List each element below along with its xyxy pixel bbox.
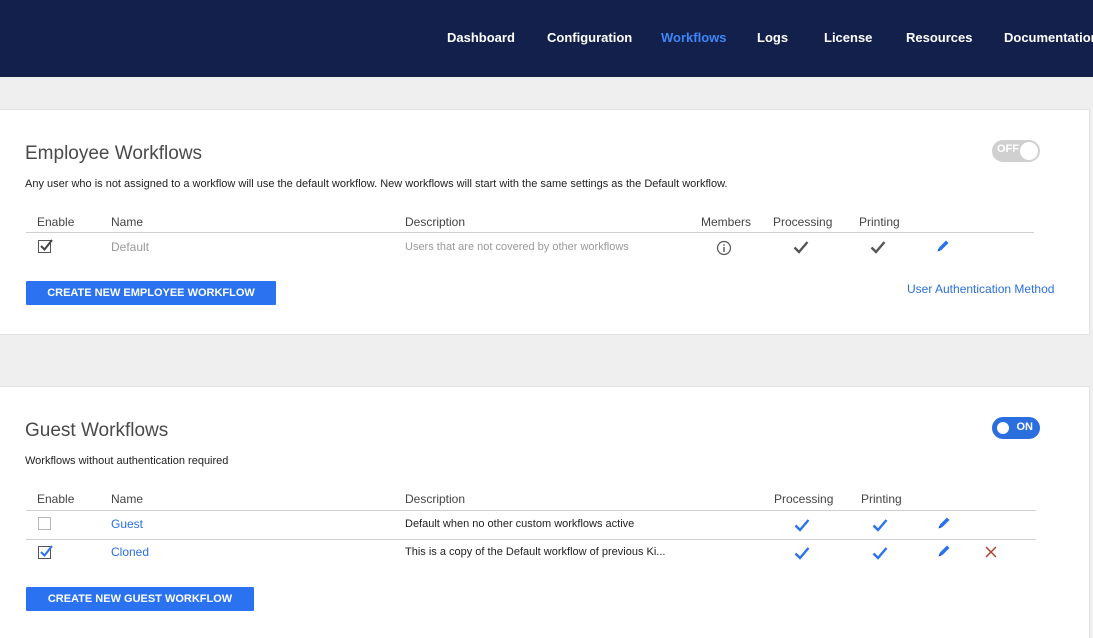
printing-check-icon	[872, 547, 888, 560]
nav-dashboard[interactable]: Dashboard	[447, 30, 515, 45]
top-nav: Dashboard Configuration Workflows Logs L…	[0, 0, 1093, 77]
col-processing: Processing	[773, 215, 833, 229]
edit-pencil-icon[interactable]	[936, 239, 950, 253]
toggle-knob	[1020, 142, 1038, 160]
col-name: Name	[111, 215, 144, 229]
processing-check-icon	[793, 241, 809, 254]
employee-workflows-description: Any user who is not assigned to a workfl…	[25, 178, 728, 190]
table-header-divider	[26, 232, 1034, 233]
nav-configuration[interactable]: Configuration	[547, 30, 632, 45]
create-guest-workflow-button[interactable]: CREATE NEW GUEST WORKFLOW	[26, 587, 254, 611]
col-description: Description	[405, 492, 466, 506]
edit-pencil-icon[interactable]	[937, 544, 951, 558]
guest-workflows-description: Workflows without authentication require…	[25, 455, 229, 467]
toggle-label: ON	[1016, 421, 1034, 433]
toggle-label: OFF	[997, 143, 1019, 155]
enable-checkbox-default[interactable]	[38, 239, 53, 253]
row-divider	[26, 539, 1036, 540]
col-description: Description	[405, 215, 466, 229]
nav-documentation[interactable]: Documentation	[1004, 30, 1093, 45]
nav-workflows[interactable]: Workflows	[661, 30, 727, 45]
printing-check-icon	[870, 241, 886, 254]
col-enable: Enable	[37, 215, 75, 229]
guest-workflows-title: Guest Workflows	[25, 420, 169, 441]
employee-workflows-card: Employee Workflows OFF Any user who is n…	[0, 109, 1090, 335]
delete-x-icon[interactable]	[984, 545, 998, 559]
employee-workflows-toggle[interactable]: OFF	[992, 140, 1040, 162]
col-name: Name	[111, 492, 144, 506]
col-printing: Printing	[861, 492, 902, 506]
col-enable: Enable	[37, 492, 75, 506]
nav-license[interactable]: License	[824, 30, 872, 45]
workflow-name-cloned[interactable]: Cloned	[111, 545, 149, 559]
workflow-name-guest[interactable]: Guest	[111, 517, 143, 531]
processing-check-icon	[794, 547, 810, 560]
user-authentication-method-link[interactable]: User Authentication Method	[907, 282, 1054, 296]
enable-checkbox-cloned[interactable]	[38, 545, 53, 559]
toggle-knob	[995, 420, 1011, 436]
guest-workflows-toggle[interactable]: ON	[992, 417, 1040, 439]
enable-checkbox-guest[interactable]	[38, 517, 51, 530]
edit-pencil-icon[interactable]	[937, 516, 951, 530]
workflow-description: This is a copy of the Default workflow o…	[405, 546, 666, 558]
table-header-divider	[26, 510, 1036, 511]
create-employee-workflow-button[interactable]: CREATE NEW EMPLOYEE WORKFLOW	[26, 281, 276, 305]
employee-workflows-title: Employee Workflows	[25, 143, 203, 164]
nav-resources[interactable]: Resources	[906, 30, 972, 45]
nav-logs[interactable]: Logs	[757, 30, 788, 45]
workflow-description: Default when no other custom workflows a…	[405, 518, 635, 530]
col-printing: Printing	[859, 215, 900, 229]
workflow-name-default[interactable]: Default	[111, 240, 149, 254]
printing-check-icon	[872, 519, 888, 532]
col-processing: Processing	[774, 492, 834, 506]
col-members: Members	[701, 215, 752, 229]
info-icon[interactable]	[716, 240, 732, 256]
workflow-description: Users that are not covered by other work…	[405, 241, 629, 253]
guest-workflows-card: Guest Workflows ON Workflows without aut…	[0, 386, 1090, 638]
processing-check-icon	[794, 519, 810, 532]
